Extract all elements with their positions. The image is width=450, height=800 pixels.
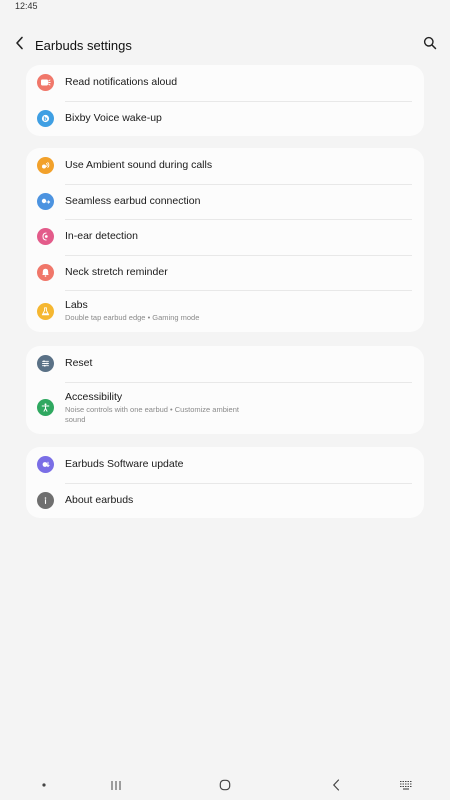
- setting-seamless-connection[interactable]: Seamless earbud connection: [26, 183, 424, 220]
- info-icon: [37, 491, 54, 509]
- status-time: 12:45: [15, 1, 38, 11]
- setting-bixby-voice-wake-up[interactable]: Bixby Voice wake-up: [26, 100, 424, 137]
- navigation-bar: [0, 770, 450, 800]
- setting-in-ear-detection[interactable]: In-ear detection: [26, 219, 424, 255]
- status-bar: 12:45: [0, 0, 450, 14]
- setting-about-earbuds[interactable]: About earbuds: [26, 482, 424, 519]
- bixby-icon: [37, 109, 54, 127]
- accessibility-icon: [37, 399, 54, 416]
- back-icon[interactable]: [326, 778, 346, 792]
- setting-label: In-ear detection: [65, 230, 138, 243]
- setting-label: About earbuds: [65, 493, 134, 506]
- home-icon[interactable]: [215, 778, 235, 792]
- setting-summary: Double tap earbud edge • Gaming mode: [65, 313, 200, 323]
- setting-label: Use Ambient sound during calls: [65, 159, 213, 172]
- setting-label: Reset: [65, 357, 93, 370]
- settings-group-sound: Use Ambient sound during calls Seamless …: [26, 148, 424, 332]
- flask-icon: [37, 302, 54, 320]
- chevron-left-icon: [15, 36, 25, 55]
- setting-label: Seamless earbud connection: [65, 194, 201, 207]
- setting-ambient-sound-calls[interactable]: Use Ambient sound during calls: [26, 148, 424, 184]
- settings-group-general: Reset Accessibility Noise controls with …: [26, 346, 424, 434]
- setting-labs[interactable]: Labs Double tap earbud edge • Gaming mod…: [26, 290, 424, 332]
- bell-icon: [37, 263, 54, 281]
- search-button[interactable]: [420, 35, 440, 55]
- setting-label: Neck stretch reminder: [65, 265, 168, 278]
- seamless-connection-icon: [37, 192, 54, 210]
- setting-read-notifications-aloud[interactable]: Read notifications aloud: [26, 65, 424, 101]
- settings-group-notifications: Read notifications aloud Bixby Voice wak…: [26, 65, 424, 136]
- settings-group-about: Earbuds Software update About earbuds: [26, 447, 424, 518]
- reset-icon: [37, 355, 54, 373]
- setting-neck-stretch-reminder[interactable]: Neck stretch reminder: [26, 254, 424, 291]
- keyboard-icon[interactable]: [396, 778, 416, 792]
- setting-reset[interactable]: Reset: [26, 346, 424, 382]
- recent-apps-icon[interactable]: [106, 778, 126, 792]
- setting-label: Bixby Voice wake-up: [65, 111, 162, 124]
- setting-software-update[interactable]: Earbuds Software update: [26, 447, 424, 483]
- setting-label: Read notifications aloud: [65, 76, 178, 89]
- in-ear-detection-icon: [37, 228, 54, 246]
- back-button[interactable]: [10, 35, 30, 55]
- software-update-icon: [37, 456, 54, 474]
- ambient-sound-icon: [37, 157, 54, 175]
- dot-icon[interactable]: [38, 778, 50, 792]
- setting-summary: Noise controls with one earbud • Customi…: [65, 405, 239, 424]
- setting-label: Earbuds Software update: [65, 458, 184, 471]
- page-title: Earbuds settings: [35, 37, 132, 53]
- search-icon: [423, 36, 437, 55]
- setting-label: Accessibility: [65, 391, 123, 403]
- setting-label: Labs: [65, 299, 88, 312]
- notification-speak-icon: [37, 74, 54, 92]
- setting-accessibility[interactable]: Accessibility Noise controls with one ea…: [26, 381, 424, 434]
- app-bar: Earbuds settings: [0, 30, 450, 60]
